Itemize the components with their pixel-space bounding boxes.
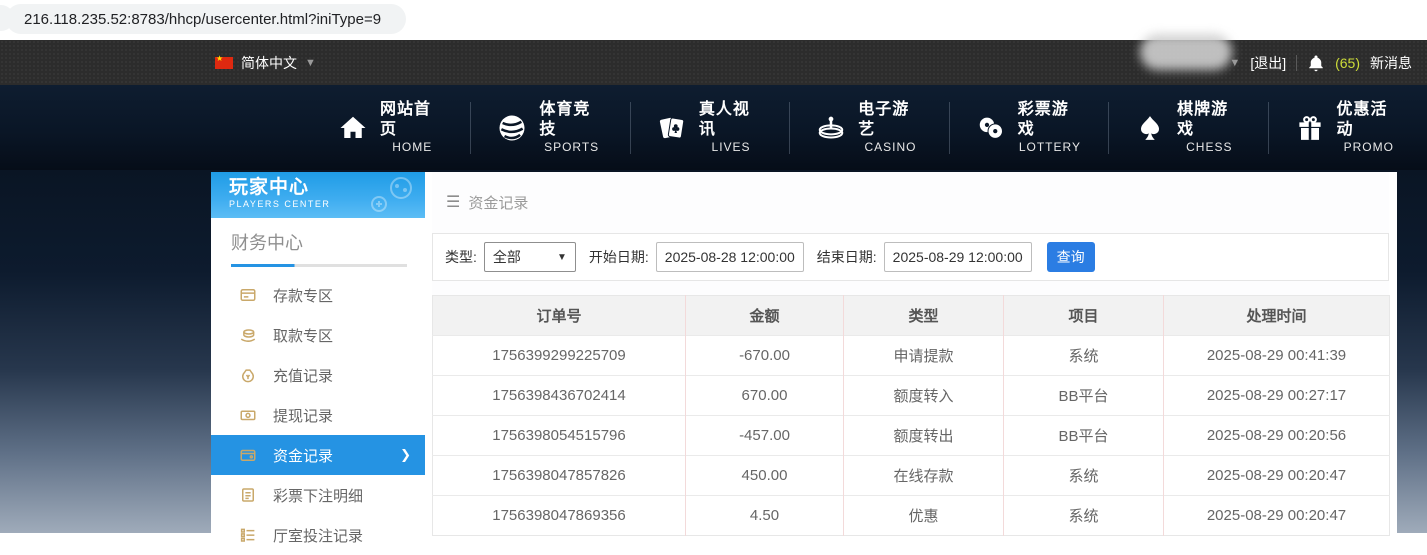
hamburger-icon: ☰ [446,192,460,212]
table-row: 1756398047869356 4.50 优惠 系统 2025-08-29 0… [433,496,1390,536]
sidebar-item-withdraw[interactable]: 取款专区 [211,315,425,355]
col-project: 项目 [1004,296,1164,336]
sidebar-header: 玩家中心 PLAYERS CENTER [211,172,425,218]
query-button[interactable]: 查询 [1047,242,1095,272]
lottery-balls-icon [976,113,1006,143]
username-redacted [1140,34,1232,70]
funds-record-icon [239,446,257,464]
user-bar: 简体中文 ▼ ▼ [退出] (65) 新消息 [0,40,1427,85]
breadcrumb: ☰ 资金记录 [446,190,1389,214]
col-order-no: 订单号 [433,296,686,336]
type-select[interactable]: 全部 ▼ [484,242,576,272]
funds-record-table: 订单号 金额 类型 项目 处理时间 1756399299225709 -670.… [432,295,1390,536]
nav-item-home[interactable]: 网站首页HOME [312,102,470,154]
gamepad-decoration-icon [363,176,417,218]
table-row: 1756398054515796 -457.00 额度转出 BB平台 2025-… [433,416,1390,456]
sidebar-item-cashout-records[interactable]: 提现记录 [211,395,425,435]
player-center-sidebar: 玩家中心 PLAYERS CENTER 财务中心 存款专区 取款专区 [211,172,425,533]
sidebar-section-title: 财务中心 [211,218,425,256]
chevron-down-icon: ▼ [305,57,316,69]
page-url: 216.118.235.52:8783/hhcp/usercenter.html… [24,11,381,28]
col-process-time: 处理时间 [1164,296,1390,336]
home-icon [338,113,368,143]
recharge-record-icon [239,366,257,384]
nav-item-promo[interactable]: 优惠活动PROMO [1268,102,1427,154]
new-messages-link[interactable]: 新消息 [1370,53,1412,73]
sidebar-item-deposit[interactable]: 存款专区 [211,275,425,315]
sidebar-item-funds-records[interactable]: 资金记录 ❯ [211,435,425,475]
nav-item-chess[interactable]: 棋牌游戏CHESS [1108,102,1267,154]
logout-button[interactable]: [退出] [1250,53,1286,73]
gift-icon [1295,113,1325,143]
sidebar-item-lottery-bet-details[interactable]: 彩票下注明细 [211,475,425,515]
deposit-icon [239,286,257,304]
withdraw-icon [239,326,257,344]
lottery-bet-detail-icon [239,486,257,504]
account-chevron-down-icon[interactable]: ▼ [1229,57,1240,69]
start-date-input[interactable] [656,242,804,272]
nav-item-sports[interactable]: 体育竞技SPORTS [470,102,629,154]
chevron-right-icon: ❯ [400,447,411,463]
start-date-label: 开始日期: [589,247,649,267]
message-count: (65) [1335,55,1360,71]
table-row: 1756398436702414 670.00 额度转入 BB平台 2025-0… [433,376,1390,416]
main-panel: ☰ 资金记录 类型: 全部 ▼ 开始日期: 结束日期: 查询 订单 [432,172,1389,533]
room-bet-record-icon [239,526,257,544]
end-date-input[interactable] [884,242,1032,272]
china-flag-icon [215,57,233,69]
page-title: 资金记录 [468,192,528,213]
playing-cards-icon [657,113,687,143]
divider [1296,55,1297,71]
spade-icon [1135,113,1165,143]
section-underline [231,264,407,267]
notification-bell-icon[interactable] [1307,54,1325,72]
type-label: 类型: [445,247,477,267]
nav-item-lives[interactable]: 真人视讯LIVES [630,102,789,154]
main-nav: 网站首页HOME 体育竞技SPORTS 真人视讯LIVES 电子游艺CASINO… [0,85,1427,170]
sports-ball-icon [497,113,527,143]
col-type: 类型 [844,296,1004,336]
nav-item-casino[interactable]: 电子游艺CASINO [789,102,948,154]
sidebar-item-recharge-records[interactable]: 充值记录 [211,355,425,395]
table-header-row: 订单号 金额 类型 项目 处理时间 [433,296,1390,336]
roulette-icon [816,113,846,143]
col-amount: 金额 [686,296,844,336]
page-background: 玩家中心 PLAYERS CENTER 财务中心 存款专区 取款专区 [0,170,1427,533]
select-chevron-down-icon: ▼ [557,252,567,263]
address-bar[interactable]: 216.118.235.52:8783/hhcp/usercenter.html… [6,4,406,34]
table-row: 1756399299225709 -670.00 申请提款 系统 2025-08… [433,336,1390,376]
nav-item-lottery[interactable]: 彩票游戏LOTTERY [949,102,1108,154]
filter-bar: 类型: 全部 ▼ 开始日期: 结束日期: 查询 [432,233,1389,281]
cashout-record-icon [239,406,257,424]
sidebar-item-room-bet-records[interactable]: 厅室投注记录 [211,515,425,555]
language-label: 简体中文 [241,53,297,73]
sidebar-menu: 存款专区 取款专区 充值记录 提现记录 资金记录 ❯ [211,275,425,555]
language-selector[interactable]: 简体中文 ▼ [215,40,316,85]
end-date-label: 结束日期: [817,247,877,267]
content-wrapper: 玩家中心 PLAYERS CENTER 财务中心 存款专区 取款专区 [211,172,1397,533]
table-row: 1756398047857826 450.00 在线存款 系统 2025-08-… [433,456,1390,496]
